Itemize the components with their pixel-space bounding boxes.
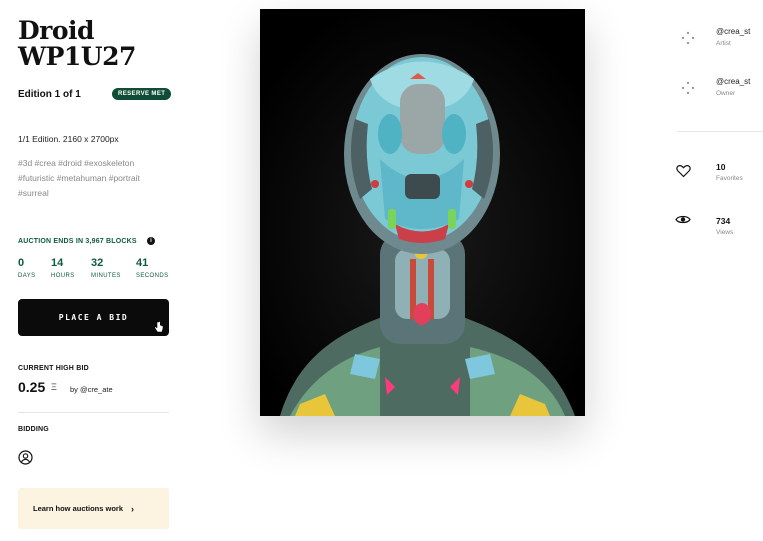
bidding-label: BIDDING: [18, 426, 49, 433]
views-label: Views: [716, 229, 734, 236]
artwork-title-line1: Droid: [18, 16, 95, 45]
countdown-minutes-value: 32: [91, 257, 104, 269]
tag-list: #3d #crea #droid #exoskeleton #futuristi…: [18, 156, 168, 201]
views-count: 734: [716, 216, 731, 226]
artist-handle[interactable]: @crea_st: [716, 27, 750, 36]
edition-dimensions: 1/1 Edition. 2160 x 2700px: [18, 134, 119, 144]
artwork-title-line2: WP1U27: [18, 42, 136, 71]
divider: [677, 131, 763, 132]
tags-line[interactable]: #surreal: [18, 186, 168, 201]
countdown-days-value: 0: [18, 257, 25, 269]
countdown-seconds-value: 41: [136, 257, 149, 269]
favorites-label: Favorites: [716, 175, 743, 182]
countdown-minutes-label: MINUTES: [91, 273, 121, 279]
learn-auctions-label: Learn how auctions work: [33, 504, 124, 513]
countdown-hours-value: 14: [51, 257, 64, 269]
auction-ends-label: AUCTION ENDS IN 3,967 BLOCKS: [18, 238, 137, 245]
owner-avatar-icon[interactable]: [681, 81, 695, 100]
artwork-image[interactable]: [260, 9, 585, 416]
eye-icon[interactable]: [675, 212, 691, 230]
favorites-count: 10: [716, 162, 726, 172]
chevron-right-icon: ›: [131, 503, 135, 514]
artist-avatar-icon[interactable]: [681, 31, 695, 50]
divider: [18, 412, 169, 413]
current-high-bid-amount: 0.25: [18, 379, 46, 395]
place-bid-button[interactable]: PLACE A BID: [18, 299, 169, 336]
hand-pointer-icon: [154, 321, 164, 335]
learn-auctions-link[interactable]: Learn how auctions work ›: [18, 488, 169, 529]
reserve-met-badge: RESERVE MET: [112, 88, 172, 100]
edition-label: Edition 1 of 1: [18, 89, 81, 100]
tags-line[interactable]: #futuristic #metahuman #portrait: [18, 171, 168, 186]
countdown-seconds-label: SECONDS: [136, 273, 169, 279]
current-high-bid-label: CURRENT HIGH BID: [18, 365, 89, 372]
tags-line[interactable]: #3d #crea #droid #exoskeleton: [18, 156, 168, 171]
artwork-title: Droid WP1U27: [18, 18, 168, 70]
user-circle-icon[interactable]: [18, 450, 33, 470]
place-bid-label: PLACE A BID: [58, 313, 129, 322]
owner-role: Owner: [716, 90, 736, 97]
info-icon[interactable]: i: [147, 237, 155, 245]
heart-icon[interactable]: [676, 164, 691, 183]
artist-role: Artist: [716, 40, 731, 47]
countdown-hours-label: HOURS: [51, 273, 75, 279]
countdown-days-label: DAYS: [18, 273, 36, 279]
high-bidder-link[interactable]: by @cre_ate: [70, 385, 113, 394]
eth-icon: Ξ: [51, 382, 57, 392]
owner-handle[interactable]: @crea_st: [716, 77, 750, 86]
